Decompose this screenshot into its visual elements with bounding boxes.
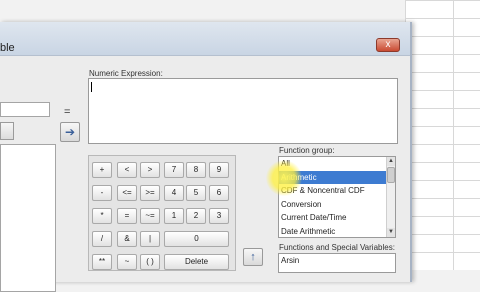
function-group-item[interactable]: Arithmetic: [279, 170, 387, 184]
scroll-thumb[interactable]: [387, 167, 395, 183]
key-button[interactable]: >=: [140, 185, 160, 201]
key-button[interactable]: 8: [186, 162, 206, 178]
key-button[interactable]: 6: [209, 185, 229, 201]
target-variable-field[interactable]: [0, 102, 50, 117]
key-button[interactable]: -: [92, 185, 112, 201]
key-button[interactable]: 1: [164, 208, 184, 224]
key-button[interactable]: 7: [164, 162, 184, 178]
function-group-item[interactable]: Conversion: [279, 198, 387, 212]
key-button[interactable]: ~=: [140, 208, 160, 224]
key-button[interactable]: =: [117, 208, 137, 224]
key-parentheses[interactable]: ( ): [140, 254, 160, 270]
key-button[interactable]: 2: [186, 208, 206, 224]
text-caret: [91, 82, 92, 92]
function-group-scrollbar[interactable]: ▲ ▼: [386, 157, 395, 237]
scroll-down-arrow-icon[interactable]: ▼: [387, 228, 395, 237]
key-button[interactable]: +: [92, 162, 112, 178]
key-button[interactable]: &: [117, 231, 137, 247]
list-item[interactable]: Arsin: [279, 254, 395, 265]
calculator-keypad: + < >7 8 9 - <= >= 4 5 6 * = ~= 1 2 3 /& | 0 ** ~( ) Delete: [88, 155, 236, 271]
functions-variables-list[interactable]: Arsin: [278, 253, 396, 273]
move-variable-arrow-button[interactable]: ➔: [60, 122, 80, 142]
compute-variable-dialog: ble x = Numeric Expression: ➔ + < >7 8 9 - <= >…: [0, 22, 412, 292]
key-button[interactable]: 3: [209, 208, 229, 224]
scroll-up-arrow-icon[interactable]: ▲: [387, 157, 395, 166]
key-button[interactable]: 4: [164, 185, 184, 201]
key-button[interactable]: >: [140, 162, 160, 178]
key-delete[interactable]: Delete: [164, 254, 229, 270]
type-label-button[interactable]: [0, 122, 14, 140]
spreadsheet-background: [405, 0, 480, 270]
numeric-expression-input[interactable]: [88, 78, 398, 144]
equals-sign: =: [64, 106, 71, 118]
functions-variables-label: Functions and Special Variables:: [279, 243, 395, 252]
key-button[interactable]: *: [92, 208, 112, 224]
function-group-item[interactable]: Date Arithmetic: [279, 225, 387, 238]
key-button[interactable]: ~: [117, 254, 137, 270]
key-button[interactable]: 9: [209, 162, 229, 178]
numeric-expression-label: Numeric Expression:: [89, 69, 163, 78]
close-button[interactable]: x: [376, 38, 400, 52]
insert-function-up-button[interactable]: ↑: [243, 248, 263, 266]
function-group-list[interactable]: All Arithmetic CDF & Noncentral CDF Convers…: [278, 156, 396, 238]
key-button[interactable]: 5: [186, 185, 206, 201]
key-button[interactable]: **: [92, 254, 112, 270]
dialog-title: ble: [0, 42, 15, 54]
key-button[interactable]: /: [92, 231, 112, 247]
function-group-item[interactable]: Current Date/Time: [279, 211, 387, 225]
key-button[interactable]: 0: [164, 231, 229, 247]
function-group-label: Function group:: [279, 146, 335, 155]
key-button[interactable]: |: [140, 231, 160, 247]
key-button[interactable]: <: [117, 162, 137, 178]
title-bar: ble x: [0, 22, 410, 56]
function-group-item[interactable]: All: [279, 157, 387, 171]
key-button[interactable]: <=: [117, 185, 137, 201]
function-group-item[interactable]: CDF & Noncentral CDF: [279, 184, 387, 198]
